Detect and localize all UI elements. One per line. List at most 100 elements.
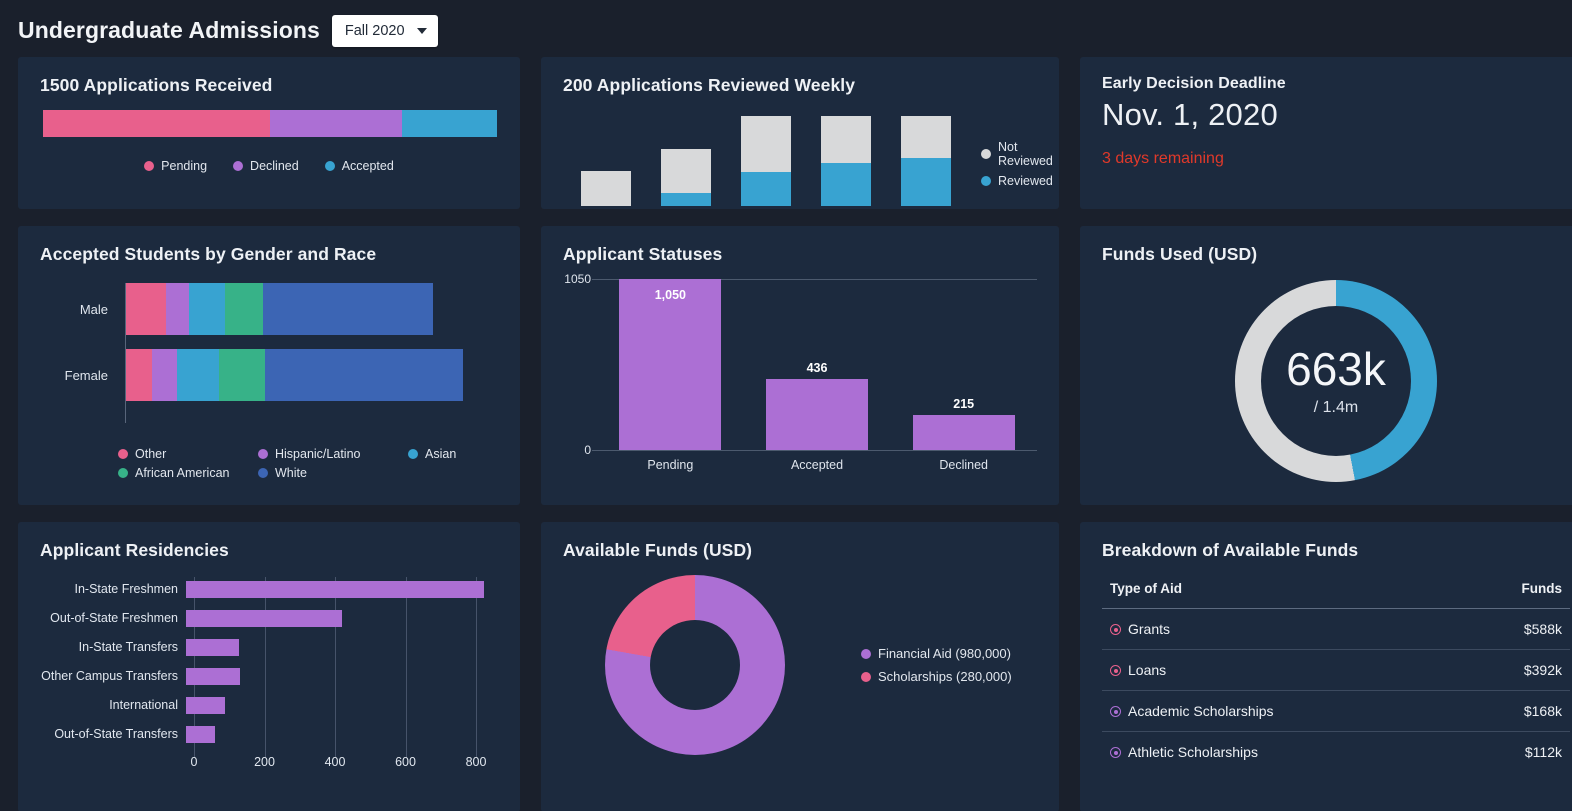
legend-item-not-reviewed: Not Reviewed bbox=[981, 140, 1053, 168]
bullet-ring-icon bbox=[1110, 624, 1121, 635]
legend-label: Reviewed bbox=[998, 174, 1053, 188]
applicant-residencies-chart: In-State Freshmen Out-of-State Freshmen In… bbox=[40, 577, 498, 758]
bullet-ring-icon bbox=[1110, 665, 1121, 676]
gender-race-chart: Male Female bbox=[40, 283, 498, 433]
race-segment bbox=[219, 349, 265, 401]
residency-row: Other Campus Transfers bbox=[40, 664, 498, 688]
applicant-statuses-chart: 1050 0 1,050 436 215 bbox=[564, 272, 1037, 457]
legend-dot-icon bbox=[981, 149, 991, 159]
residency-bar bbox=[186, 667, 240, 685]
funds-used-value: 663k bbox=[1286, 342, 1386, 395]
weekly-column bbox=[901, 116, 951, 206]
legend-label: Not Reviewed bbox=[998, 140, 1053, 168]
race-segment bbox=[189, 283, 225, 335]
cell-type-of-aid: Loans bbox=[1102, 649, 1458, 691]
residency-bar bbox=[186, 638, 239, 656]
y-tick-max: 1050 bbox=[564, 272, 598, 286]
legend-dot-icon bbox=[861, 648, 871, 659]
card-title-funds-used: Funds Used (USD) bbox=[1102, 244, 1258, 264]
status-value-label: 436 bbox=[806, 361, 828, 375]
term-select-dropdown[interactable]: Fall 2020 bbox=[331, 14, 438, 47]
legend-item-asian: Asian bbox=[408, 447, 498, 461]
card-reviewed-weekly: 200 Applications Reviewed Weekly Not Rev… bbox=[541, 57, 1059, 209]
residency-label: In-State Transfers bbox=[78, 640, 178, 654]
card-title-applicant-statuses: Applicant Statuses bbox=[563, 244, 723, 264]
segment-reviewed bbox=[901, 158, 951, 206]
residency-track bbox=[186, 635, 498, 659]
legend-dot-icon bbox=[258, 449, 268, 459]
legend-label: Pending bbox=[161, 159, 208, 173]
applications-legend: Pending Declined Accepted bbox=[40, 159, 498, 173]
race-stacked-bar bbox=[125, 283, 433, 335]
x-tick-label: 0 bbox=[190, 755, 198, 769]
status-x-label: Pending bbox=[647, 458, 694, 472]
legend-dot-icon bbox=[258, 468, 268, 478]
card-title-applications-received: 1500 Applications Received bbox=[40, 75, 273, 95]
table-row[interactable]: Academic Scholarships $168k bbox=[1102, 690, 1570, 732]
funds-used-total: / 1.4m bbox=[1313, 398, 1359, 416]
legend-item-reviewed: Reviewed bbox=[981, 174, 1053, 188]
legend-item-hispanic-latino: Hispanic/Latino bbox=[258, 447, 408, 461]
status-column: 215 bbox=[890, 397, 1037, 450]
table-row[interactable]: Grants $588k bbox=[1102, 608, 1570, 650]
residency-row: Out-of-State Transfers bbox=[40, 722, 498, 746]
weekly-column bbox=[581, 116, 631, 206]
card-accepted-by-gender-race: Accepted Students by Gender and Race Mal… bbox=[18, 226, 520, 505]
legend-label: Financial Aid (980,000) bbox=[878, 646, 1011, 661]
residency-track bbox=[186, 606, 498, 630]
funds-used-donut: 663k / 1.4m bbox=[1235, 280, 1437, 482]
stack-segment bbox=[401, 110, 497, 137]
race-stacked-bar bbox=[125, 349, 463, 401]
legend-item-scholarships: Scholarships (280,000) bbox=[861, 669, 1012, 684]
table-row[interactable]: Athletic Scholarships $112k bbox=[1102, 732, 1570, 773]
x-tick-label: 800 bbox=[465, 755, 487, 769]
cell-funds: $392k bbox=[1457, 649, 1570, 691]
residency-label: Out-of-State Freshmen bbox=[50, 611, 178, 625]
cell-type-of-aid: Academic Scholarships bbox=[1102, 690, 1458, 732]
segment-reviewed bbox=[821, 162, 871, 206]
available-funds-chart: Financial Aid (980,000) Scholarships (280… bbox=[563, 575, 1037, 755]
race-segment bbox=[166, 283, 189, 335]
legend-item-other: Other bbox=[118, 447, 258, 461]
dashboard-grid: 1500 Applications Received Pending Declin… bbox=[0, 57, 1572, 811]
table-row[interactable]: Loans $392k bbox=[1102, 649, 1570, 691]
residency-label: International bbox=[109, 698, 178, 712]
race-row-label: Female bbox=[64, 367, 108, 383]
legend-label: Asian bbox=[425, 447, 457, 461]
legend-dot-icon bbox=[118, 468, 128, 478]
gender-race-legend: Other Hispanic/Latino Asian African America… bbox=[118, 447, 498, 480]
card-early-decision-deadline: Early Decision Deadline Nov. 1, 2020 3 d… bbox=[1080, 57, 1572, 209]
legend-item-accepted: Accepted bbox=[324, 159, 394, 173]
race-segment bbox=[152, 349, 177, 401]
card-funds-used: Funds Used (USD) 663k / 1.4m bbox=[1080, 226, 1572, 505]
term-select-value: Fall 2020 bbox=[344, 22, 405, 39]
gridline-bottom: 0 bbox=[584, 443, 1037, 457]
status-x-label: Declined bbox=[939, 458, 988, 472]
card-title-available-funds: Available Funds (USD) bbox=[563, 540, 753, 560]
cell-funds: $168k bbox=[1457, 690, 1570, 732]
x-tick-label: 400 bbox=[324, 755, 346, 769]
residency-bar bbox=[186, 580, 485, 598]
legend-dot-icon bbox=[144, 161, 155, 171]
legend-label: Scholarships (280,000) bbox=[878, 669, 1012, 684]
applications-stacked-bar bbox=[43, 110, 497, 137]
bullet-ring-icon bbox=[1110, 747, 1121, 758]
residency-row: Out-of-State Freshmen bbox=[40, 606, 498, 630]
legend-label: Hispanic/Latino bbox=[275, 447, 361, 461]
residency-label: In-State Freshmen bbox=[74, 582, 178, 596]
segment-not-reviewed bbox=[901, 116, 951, 159]
legend-item-pending: Pending bbox=[144, 159, 207, 173]
status-bar bbox=[766, 379, 868, 450]
legend-dot-icon bbox=[408, 449, 418, 459]
legend-label: White bbox=[275, 466, 307, 480]
status-x-label: Accepted bbox=[790, 458, 844, 472]
race-segment bbox=[177, 349, 219, 401]
status-value-label: 1,050 bbox=[654, 288, 686, 302]
segment-not-reviewed bbox=[661, 149, 711, 193]
residency-track bbox=[186, 693, 498, 717]
legend-item-african-american: African American bbox=[118, 466, 258, 480]
x-tick-label: 600 bbox=[395, 755, 416, 769]
legend-item-white: White bbox=[258, 466, 408, 480]
race-segment bbox=[125, 283, 166, 335]
legend-item-declined: Declined bbox=[233, 159, 299, 173]
